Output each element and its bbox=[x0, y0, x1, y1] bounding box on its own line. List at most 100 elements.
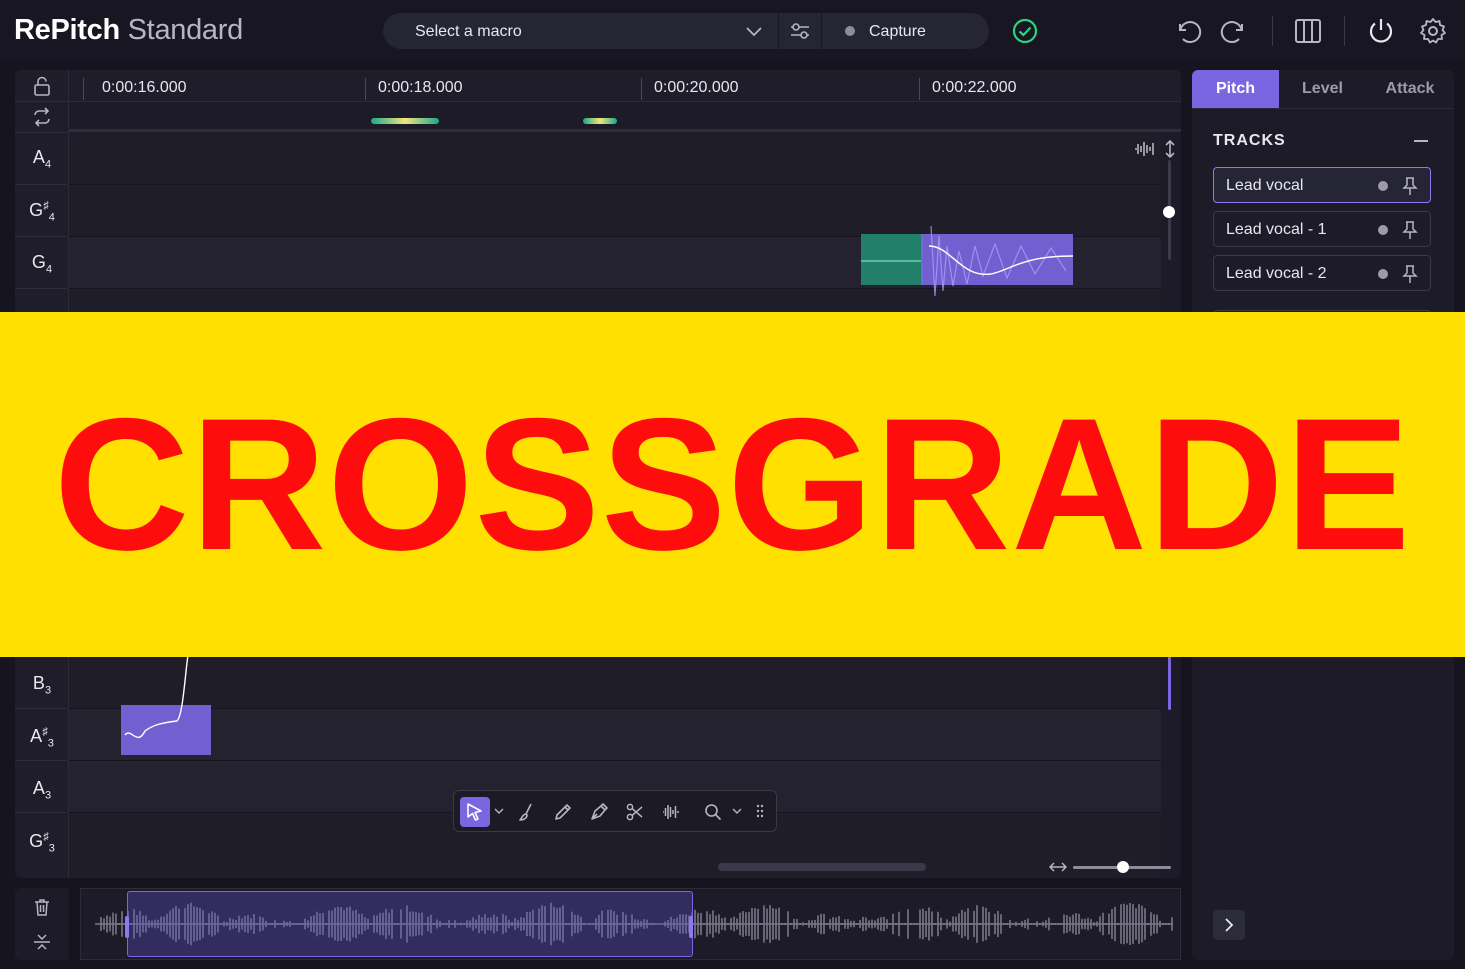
unlock-icon[interactable] bbox=[31, 75, 53, 97]
undo-icon[interactable] bbox=[1172, 16, 1202, 46]
banner-title: CROSSGRADE bbox=[53, 379, 1412, 589]
macro-divider bbox=[778, 13, 779, 49]
chevron-down-icon[interactable] bbox=[732, 806, 742, 816]
pin-icon[interactable] bbox=[1402, 220, 1418, 240]
track-name: Lead vocal - 1 bbox=[1226, 221, 1327, 238]
pitch-lane[interactable] bbox=[69, 657, 1161, 709]
overview-tools bbox=[15, 888, 69, 960]
key-label: G♯3 bbox=[29, 831, 55, 855]
tab-pitch[interactable]: Pitch bbox=[1192, 70, 1279, 108]
key-divider bbox=[15, 760, 69, 761]
waveform-toggle-icon[interactable] bbox=[1133, 140, 1159, 158]
scissors-icon bbox=[626, 803, 643, 821]
track-status-dot[interactable] bbox=[1378, 225, 1388, 235]
horizontal-scrollbar[interactable] bbox=[718, 863, 926, 871]
track-item[interactable]: Lead vocal - 2 bbox=[1213, 255, 1431, 291]
sliders-icon[interactable] bbox=[789, 21, 811, 41]
key-label: A4 bbox=[32, 147, 52, 171]
chevron-down-icon[interactable] bbox=[494, 806, 504, 816]
loop-segment[interactable] bbox=[583, 118, 617, 124]
tab-attack[interactable]: Attack bbox=[1366, 70, 1454, 108]
ruler-time-label: 0:00:22.000 bbox=[932, 79, 1017, 96]
vertical-zoom-icon[interactable] bbox=[1163, 140, 1177, 158]
cursor-arrow-icon bbox=[467, 803, 482, 821]
select-tool[interactable] bbox=[460, 797, 490, 827]
capture-button[interactable]: Capture bbox=[869, 23, 926, 41]
drag-handle-icon[interactable] bbox=[756, 803, 764, 819]
pitch-lane[interactable] bbox=[69, 135, 1161, 187]
key-label: A3 bbox=[32, 778, 52, 802]
track-status-dot[interactable] bbox=[1378, 181, 1388, 191]
selection-handle-left[interactable] bbox=[125, 916, 129, 938]
power-icon[interactable] bbox=[1366, 16, 1396, 46]
split-tool[interactable] bbox=[620, 797, 650, 827]
vertical-scroll-thumb[interactable] bbox=[1163, 206, 1175, 218]
gear-icon[interactable] bbox=[1418, 16, 1448, 46]
track-status-dot[interactable] bbox=[1378, 269, 1388, 279]
key-divider bbox=[15, 132, 69, 133]
pen-tool[interactable] bbox=[584, 797, 614, 827]
pitch-lane[interactable] bbox=[69, 709, 1161, 761]
chevron-down-icon[interactable] bbox=[745, 23, 763, 39]
ruler-time-label: 0:00:18.000 bbox=[378, 79, 463, 96]
tab-divider bbox=[1192, 108, 1454, 109]
smoothing-tool[interactable] bbox=[512, 797, 542, 827]
overview-timeline[interactable] bbox=[80, 888, 1181, 960]
ruler-tick bbox=[919, 78, 920, 100]
capture-record-icon[interactable] bbox=[845, 26, 855, 36]
app-title-bold: RePitch bbox=[14, 14, 120, 46]
chevron-right-icon bbox=[1225, 918, 1234, 932]
toolbar-divider bbox=[1344, 16, 1345, 46]
key-label: G4 bbox=[31, 252, 53, 276]
key-label: A♯3 bbox=[30, 726, 54, 750]
track-item[interactable]: Lead vocal bbox=[1213, 167, 1431, 203]
trash-icon[interactable] bbox=[32, 897, 52, 917]
track-name: Lead vocal bbox=[1226, 177, 1304, 194]
zoom-slider-thumb[interactable] bbox=[1117, 861, 1129, 873]
zoom-tool[interactable] bbox=[698, 797, 728, 827]
tab-level[interactable]: Level bbox=[1279, 70, 1366, 108]
app-title: RePitch Standard bbox=[14, 14, 243, 47]
ruler-time-label: 0:00:16.000 bbox=[102, 79, 187, 96]
redo-icon[interactable] bbox=[1220, 16, 1250, 46]
pencil-icon bbox=[555, 804, 571, 820]
timeline-ruler[interactable]: 0:00:16.000 0:00:18.000 0:00:20.000 0:00… bbox=[69, 70, 1181, 102]
collapse-icon[interactable] bbox=[1414, 140, 1428, 142]
pencil-tool[interactable] bbox=[548, 797, 578, 827]
waveform-tool[interactable] bbox=[656, 797, 686, 827]
key-divider bbox=[15, 101, 69, 102]
brush-icon bbox=[519, 803, 532, 821]
capture-divider bbox=[821, 13, 822, 49]
ruler-time-label: 0:00:20.000 bbox=[654, 79, 739, 96]
key-divider bbox=[15, 288, 69, 289]
note-waveform bbox=[861, 225, 1073, 297]
horizontal-zoom-icon bbox=[1049, 862, 1067, 872]
track-name: Lead vocal - 2 bbox=[1226, 265, 1327, 282]
tool-palette bbox=[453, 790, 777, 832]
key-divider bbox=[15, 236, 69, 237]
tracks-heading: TRACKS bbox=[1213, 132, 1286, 149]
loop-icon[interactable] bbox=[31, 106, 53, 128]
macro-bar: Select a macro Capture bbox=[383, 13, 989, 49]
note-pitch-curve bbox=[124, 655, 189, 738]
macro-select[interactable]: Select a macro bbox=[415, 23, 522, 41]
collapse-vertical-icon[interactable] bbox=[32, 932, 52, 952]
vertical-scroll-range[interactable] bbox=[1168, 650, 1171, 710]
expand-panel-button[interactable] bbox=[1213, 910, 1245, 940]
track-item[interactable]: Lead vocal - 1 bbox=[1213, 211, 1431, 247]
pin-icon[interactable] bbox=[1402, 264, 1418, 284]
toolbar-divider bbox=[1272, 16, 1273, 46]
ruler-tick bbox=[365, 78, 366, 100]
ruler-tick bbox=[641, 78, 642, 100]
columns-icon[interactable] bbox=[1293, 16, 1323, 46]
key-label: B3 bbox=[32, 673, 52, 697]
selection-handle-right[interactable] bbox=[689, 916, 693, 938]
key-divider bbox=[15, 812, 69, 813]
ruler-tick bbox=[83, 78, 84, 100]
check-circle-icon bbox=[1012, 18, 1038, 44]
loop-segment[interactable] bbox=[371, 118, 439, 124]
loop-region-strip[interactable] bbox=[69, 102, 1181, 132]
overview-selection[interactable] bbox=[125, 891, 693, 957]
key-divider bbox=[15, 184, 69, 185]
pin-icon[interactable] bbox=[1402, 176, 1418, 196]
